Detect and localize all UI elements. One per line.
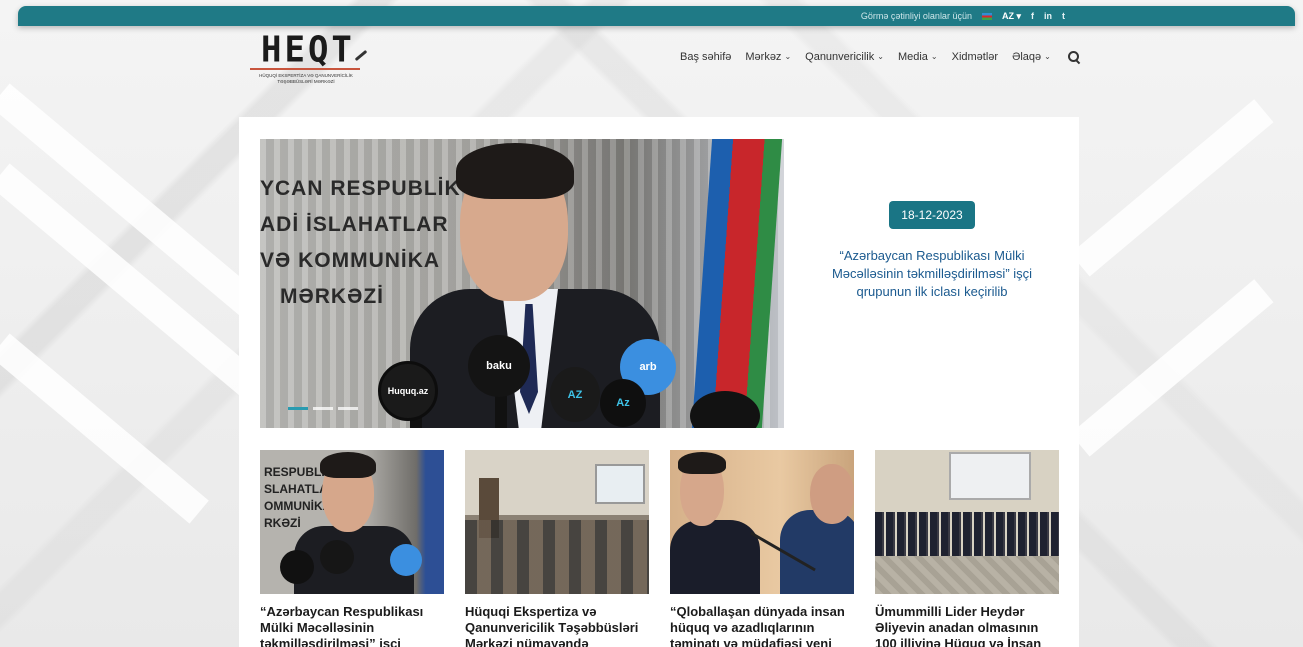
logo-subtitle: HÜQUQİ EKSPERTİZA VƏ QANUNVERİCİLİK TƏŞƏ… [259, 73, 353, 84]
nav-contact[interactable]: Əlaqə ⌄ [1012, 51, 1051, 63]
news-card-title[interactable]: Hüquqi Ekspertiza və Qanunvericilik Təşə… [465, 604, 649, 647]
language-switcher[interactable]: AZ ▾ [1002, 11, 1021, 22]
news-card[interactable]: Ümummilli Lider Heydər Əliyevin anadan o… [875, 450, 1059, 647]
slider-dot[interactable] [313, 407, 333, 410]
nav-media[interactable]: Media ⌄ [898, 51, 938, 63]
news-card-image[interactable] [875, 450, 1059, 594]
site-header: HEQT HÜQUQİ EKSPERTİZA VƏ QANUNVERİCİLİK… [0, 26, 1303, 96]
slider-indicators [288, 407, 358, 410]
nav-services[interactable]: Xidmətlər [952, 51, 998, 63]
microphone: baku [468, 335, 530, 397]
news-card-image[interactable] [670, 450, 854, 594]
news-card[interactable]: RESPUBLİKA SLAHATLAR OMMUNİKA RKƏZİ “Azərba… [260, 450, 444, 647]
featured-news: 18-12-2023 “Azərbaycan Respublikası Mülk… [807, 139, 1057, 428]
flag-icon [981, 12, 992, 20]
content-panel: YCAN RESPUBLİK ADİ İSLAHATLAR VƏ KOMMUNİ… [239, 117, 1079, 647]
date-badge: 18-12-2023 [889, 201, 975, 229]
logo-underline [250, 68, 360, 70]
slider-dot[interactable] [288, 407, 308, 410]
microphone: Az [600, 379, 646, 427]
nav-legislation[interactable]: Qanunvericilik ⌄ [805, 51, 884, 63]
accessibility-link[interactable]: Görmə çətinliyi olanlar üçün [861, 11, 972, 21]
chevron-down-icon: ⌄ [784, 52, 792, 61]
nav-center[interactable]: Mərkəz ⌄ [745, 51, 791, 63]
microphone: Huquq.az [378, 361, 438, 421]
chevron-down-icon: ⌄ [1044, 52, 1051, 61]
featured-news-title[interactable]: “Azərbaycan Respublikası Mülki Məcəlləsi… [827, 247, 1037, 301]
twitter-icon[interactable]: t [1062, 11, 1065, 21]
news-card[interactable]: Hüquqi Ekspertiza və Qanunvericilik Təşə… [465, 450, 649, 647]
news-card-title[interactable]: “Qloballaşan dünyada insan hüquq və azad… [670, 604, 854, 647]
nav-home[interactable]: Baş səhifə [680, 51, 731, 63]
top-bar: Görmə çətinliyi olanlar üçün AZ ▾ f in t [18, 6, 1295, 26]
main-nav: Baş səhifə Mərkəz ⌄ Qanunvericilik ⌄ Media… [680, 50, 1080, 63]
chevron-down-icon: ⌄ [930, 52, 938, 61]
news-card-title[interactable]: Ümummilli Lider Heydər Əliyevin anadan o… [875, 604, 1059, 647]
news-card-image[interactable] [465, 450, 649, 594]
chevron-down-icon: ⌄ [877, 52, 884, 61]
pen-icon [354, 49, 368, 62]
news-card[interactable]: “Qloballaşan dünyada insan hüquq və azad… [670, 450, 854, 647]
hero-slider-image[interactable]: YCAN RESPUBLİK ADİ İSLAHATLAR VƏ KOMMUNİ… [260, 139, 784, 428]
facebook-icon[interactable]: f [1031, 11, 1034, 21]
news-cards: RESPUBLİKA SLAHATLAR OMMUNİKA RKƏZİ “Azərba… [260, 450, 1059, 647]
site-logo[interactable]: HEQT HÜQUQİ EKSPERTİZA VƏ QANUNVERİCİLİK… [250, 29, 370, 90]
news-card-image[interactable]: RESPUBLİKA SLAHATLAR OMMUNİKA RKƏZİ [260, 450, 444, 594]
logo-text: HEQT [261, 29, 355, 71]
slider-dot[interactable] [338, 407, 358, 410]
linkedin-icon[interactable]: in [1044, 11, 1052, 21]
news-card-title[interactable]: “Azərbaycan Respublikası Mülki Məcəlləsi… [260, 604, 444, 647]
search-icon[interactable] [1067, 50, 1080, 63]
microphone: AZ [550, 367, 600, 422]
